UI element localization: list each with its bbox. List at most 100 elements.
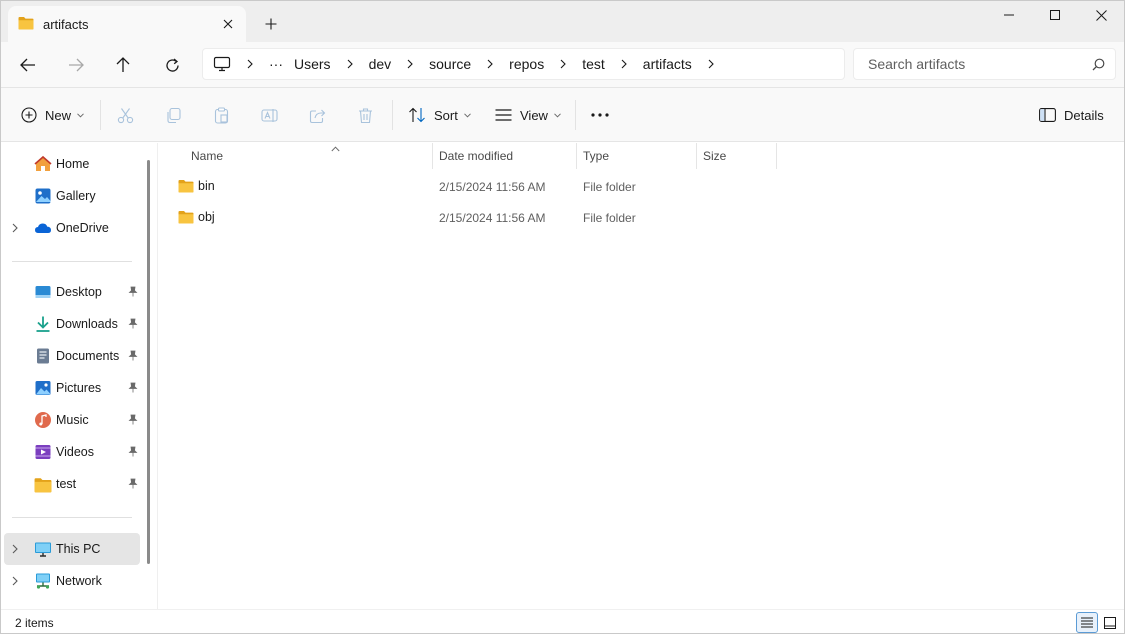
downloads-icon	[34, 315, 52, 333]
chevron-right-icon[interactable]	[480, 59, 500, 69]
forward-button[interactable]	[61, 50, 91, 80]
delete-button[interactable]	[357, 102, 374, 128]
view-button[interactable]: View	[495, 102, 561, 128]
this-pc-icon[interactable]	[213, 56, 231, 72]
details-pane-icon	[1039, 108, 1056, 122]
nav-item-test[interactable]: test	[4, 468, 140, 500]
more-options-button[interactable]	[591, 102, 609, 128]
column-header-name[interactable]: Name	[185, 143, 433, 169]
close-window-button[interactable]	[1078, 0, 1124, 30]
nav-item-home[interactable]: Home	[4, 148, 140, 180]
music-icon	[34, 411, 52, 429]
chevron-right-icon[interactable]	[12, 222, 18, 236]
command-bar: New Sort View Details	[0, 88, 1125, 142]
chevron-right-icon[interactable]	[340, 59, 360, 69]
chevron-down-icon	[463, 112, 471, 118]
nav-item-gallery[interactable]: Gallery	[4, 180, 140, 212]
tab-artifacts[interactable]: artifacts	[8, 6, 246, 42]
trash-icon	[357, 107, 374, 124]
breadcrumb-artifacts[interactable]: artifacts	[643, 56, 692, 72]
nav-item-desktop[interactable]: Desktop	[4, 276, 140, 308]
chevron-right-icon[interactable]	[614, 59, 634, 69]
pictures-icon	[34, 379, 52, 397]
close-tab-icon[interactable]	[218, 14, 238, 34]
sort-label: Sort	[434, 107, 458, 123]
separator	[100, 100, 101, 130]
nav-item-pictures[interactable]: Pictures	[4, 372, 140, 404]
chevron-right-icon[interactable]	[12, 543, 18, 557]
desktop-icon	[34, 283, 52, 301]
maximize-button[interactable]	[1032, 0, 1078, 30]
nav-item-this-pc[interactable]: This PC	[4, 533, 140, 565]
chevron-right-icon[interactable]	[553, 59, 573, 69]
breadcrumb-repos[interactable]: repos	[509, 56, 544, 72]
breadcrumb-overflow[interactable]: ···	[269, 56, 283, 72]
pin-icon[interactable]	[128, 414, 138, 428]
pin-icon[interactable]	[128, 318, 138, 332]
new-tab-button[interactable]	[261, 14, 281, 34]
breadcrumb-dev[interactable]: dev	[369, 56, 392, 72]
rename-button[interactable]	[261, 102, 278, 128]
breadcrumb-users[interactable]: Users	[294, 56, 331, 72]
nav-item-onedrive[interactable]: OneDrive	[4, 212, 140, 244]
chevron-right-icon[interactable]	[12, 575, 18, 589]
copy-button[interactable]	[165, 102, 182, 128]
new-button[interactable]: New	[21, 102, 84, 128]
nav-item-documents[interactable]: Documents	[4, 340, 140, 372]
paste-button[interactable]	[213, 102, 230, 128]
rename-icon	[261, 107, 278, 124]
details-view-toggle[interactable]	[1076, 612, 1098, 633]
status-bar: 2 items	[0, 609, 1125, 634]
share-button[interactable]	[309, 102, 326, 128]
network-icon	[34, 572, 52, 590]
nav-divider	[12, 261, 132, 262]
home-icon	[34, 155, 52, 173]
refresh-button[interactable]	[157, 50, 187, 80]
cut-button[interactable]	[117, 102, 134, 128]
search-icon[interactable]	[1092, 58, 1105, 74]
details-view-icon	[1081, 617, 1093, 628]
view-label: View	[520, 107, 548, 123]
breadcrumb-test[interactable]: test	[582, 56, 605, 72]
list-view-icon	[495, 109, 512, 121]
nav-item-videos[interactable]: Videos	[4, 436, 140, 468]
details-label: Details	[1064, 107, 1104, 123]
breadcrumb-source[interactable]: source	[429, 56, 471, 72]
onedrive-icon	[34, 219, 52, 237]
cut-icon	[117, 107, 134, 124]
item-count: 2 items	[15, 616, 54, 630]
nav-item-music[interactable]: Music	[4, 404, 140, 436]
minimize-button[interactable]	[986, 0, 1032, 30]
chevron-right-icon[interactable]	[400, 59, 420, 69]
back-button[interactable]	[13, 50, 43, 80]
nav-item-downloads[interactable]: Downloads	[4, 308, 140, 340]
sort-button[interactable]: Sort	[408, 102, 471, 128]
address-bar[interactable]: ··· Users dev source repos test artifact…	[202, 48, 845, 80]
file-row-obj[interactable]: obj 2/15/2024 11:56 AM File folder	[172, 204, 782, 232]
column-header-type[interactable]: Type	[577, 143, 697, 169]
navigation-pane: Home Gallery OneDrive Desktop Downloads	[0, 143, 158, 609]
up-button[interactable]	[108, 50, 138, 80]
tiles-view-icon	[1104, 616, 1116, 629]
column-header-date-modified[interactable]: Date modified	[433, 143, 577, 169]
plus-circle-icon	[21, 107, 37, 123]
chevron-right-icon[interactable]	[701, 59, 721, 69]
column-header-size[interactable]: Size	[697, 143, 777, 169]
file-date: 2/15/2024 11:56 AM	[439, 180, 546, 194]
pin-icon[interactable]	[128, 350, 138, 364]
pin-icon[interactable]	[128, 478, 138, 492]
tiles-view-toggle[interactable]	[1099, 612, 1121, 633]
videos-icon	[34, 443, 52, 461]
search-input[interactable]: Search artifacts	[853, 48, 1116, 80]
details-button[interactable]: Details	[1039, 102, 1104, 128]
pin-icon[interactable]	[128, 382, 138, 396]
chevron-right-icon[interactable]	[240, 59, 260, 69]
pin-icon[interactable]	[128, 286, 138, 300]
nav-scrollbar[interactable]	[147, 160, 150, 564]
tab-title: artifacts	[43, 16, 89, 32]
file-date: 2/15/2024 11:56 AM	[439, 211, 546, 225]
pin-icon[interactable]	[128, 446, 138, 460]
nav-item-network[interactable]: Network	[4, 565, 140, 597]
title-bar: artifacts	[0, 0, 1125, 42]
file-row-bin[interactable]: bin 2/15/2024 11:56 AM File folder	[172, 173, 782, 201]
